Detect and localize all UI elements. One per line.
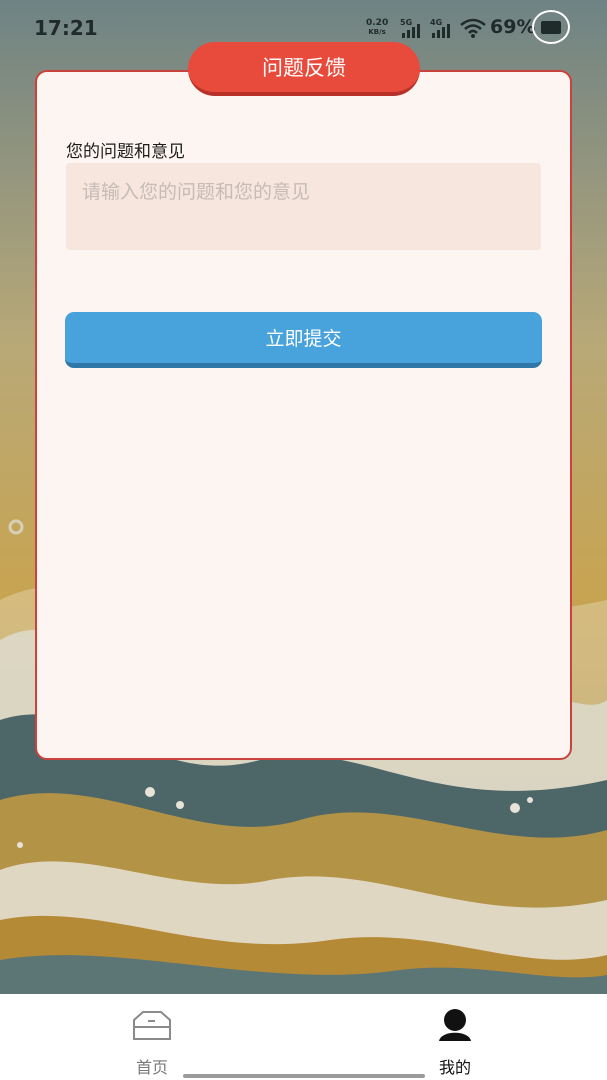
feedback-field-label: 您的问题和意见: [66, 142, 185, 162]
profile-icon: [439, 1009, 471, 1041]
tab-mine[interactable]: 我的: [395, 1006, 515, 1077]
page-title: 问题反馈: [188, 42, 420, 96]
bottom-tab-bar: 首页 我的: [0, 994, 607, 1080]
home-indicator[interactable]: [183, 1074, 425, 1078]
camera-indicator-icon: [532, 10, 570, 44]
home-icon: [133, 1011, 171, 1040]
network-speed: 0.20 KB/s: [366, 19, 388, 37]
battery-level: 69%: [490, 16, 536, 38]
network-speed-unit: KB/s: [368, 28, 386, 36]
submit-button[interactable]: 立即提交: [65, 312, 542, 368]
feedback-input[interactable]: [66, 163, 541, 250]
wifi-icon: [460, 18, 486, 38]
signal-sim1-icon: 5G: [400, 18, 426, 38]
network-speed-value: 0.20: [366, 18, 389, 28]
status-time: 17:21: [34, 16, 98, 40]
signal-sim2-icon: 4G: [430, 18, 456, 38]
tab-home[interactable]: 首页: [92, 1006, 212, 1077]
